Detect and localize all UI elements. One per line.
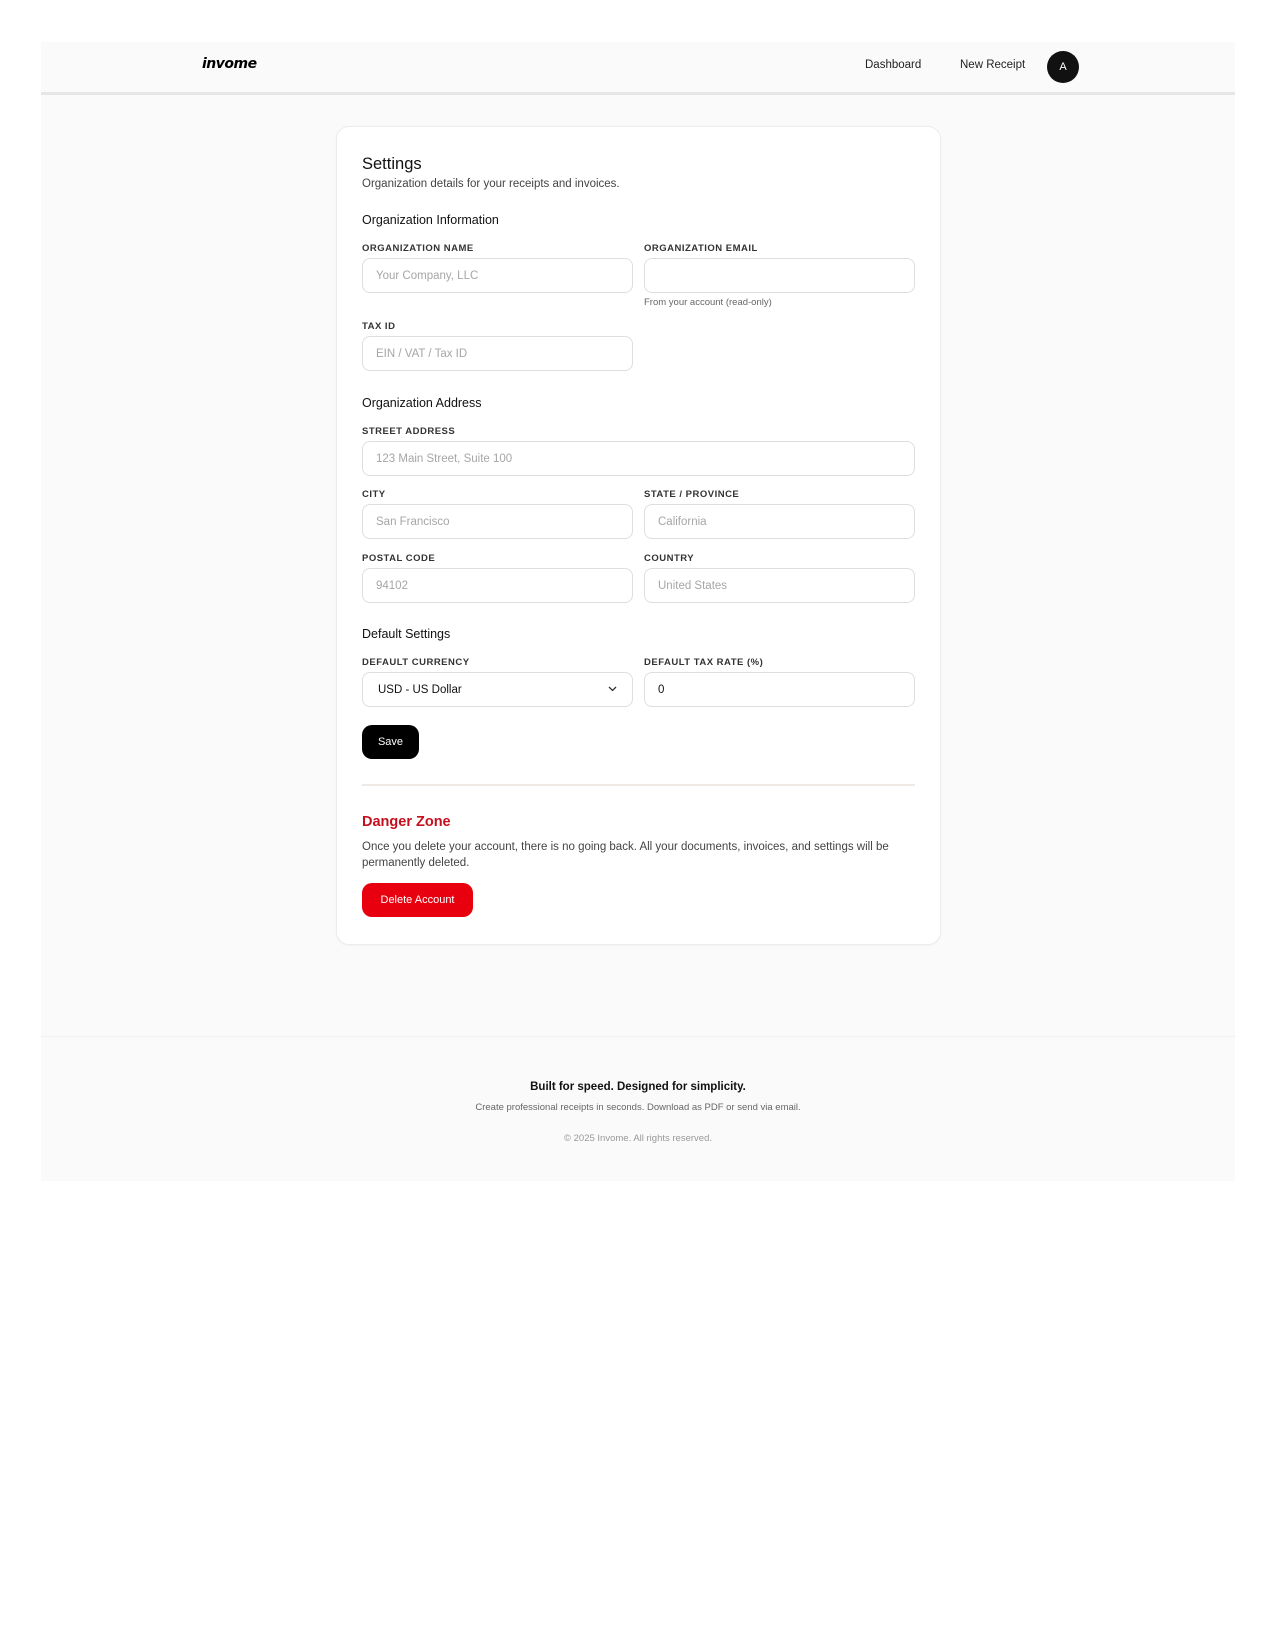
state-label: STATE / PROVINCE (644, 489, 740, 500)
footer-subtext: Create professional receipts in seconds.… (475, 1102, 801, 1113)
page-title: Settings (362, 155, 422, 173)
danger-zone-title: Danger Zone (362, 814, 451, 830)
org-name-label: ORGANIZATION NAME (362, 243, 474, 254)
default-tax-rate-input[interactable] (644, 672, 915, 707)
state-input[interactable] (644, 504, 915, 539)
default-currency-value: USD - US Dollar (378, 683, 462, 696)
org-email-input[interactable] (644, 258, 915, 293)
city-label: CITY (362, 489, 386, 500)
chevron-down-icon (608, 684, 617, 695)
city-input[interactable] (362, 504, 633, 539)
tax-id-label: TAX ID (362, 321, 396, 332)
footer-tagline: Built for speed. Designed for simplicity… (530, 1081, 746, 1093)
page-footer: Built for speed. Designed for simplicity… (41, 1036, 1235, 1181)
top-navbar: invome Dashboard New Receipt A (41, 42, 1235, 95)
default-currency-label: DEFAULT CURRENCY (362, 657, 470, 668)
street-address-input[interactable] (362, 441, 915, 476)
postal-code-label: POSTAL CODE (362, 553, 436, 564)
country-label: COUNTRY (644, 553, 695, 564)
org-name-input[interactable] (362, 258, 633, 293)
footer-copyright: © 2025 Invome. All rights reserved. (564, 1133, 712, 1144)
invome-logo[interactable]: invome (202, 56, 257, 72)
default-tax-rate-label: DEFAULT TAX RATE (%) (644, 657, 764, 668)
page-subtitle: Organization details for your receipts a… (362, 178, 620, 190)
street-address-label: STREET ADDRESS (362, 426, 456, 437)
default-currency-select[interactable]: USD - US Dollar (362, 672, 633, 707)
default-settings-heading: Default Settings (362, 627, 451, 641)
tax-id-input[interactable] (362, 336, 633, 371)
nav-dashboard-link[interactable]: Dashboard (865, 59, 921, 71)
app-frame: invome Dashboard New Receipt A Settings … (41, 42, 1235, 1181)
postal-code-input[interactable] (362, 568, 633, 603)
save-button[interactable]: Save (362, 725, 419, 759)
org-address-heading: Organization Address (362, 396, 482, 410)
delete-account-button[interactable]: Delete Account (362, 883, 473, 917)
org-email-label: ORGANIZATION EMAIL (644, 243, 758, 254)
org-info-heading: Organization Information (362, 213, 499, 227)
country-input[interactable] (644, 568, 915, 603)
user-avatar[interactable]: A (1047, 51, 1079, 83)
danger-zone-text: Once you delete your account, there is n… (362, 841, 889, 869)
org-email-hint: From your account (read-only) (644, 297, 772, 308)
section-divider (362, 784, 915, 786)
settings-card: Settings Organization details for your r… (336, 126, 941, 945)
nav-new-receipt-link[interactable]: New Receipt (960, 59, 1025, 71)
